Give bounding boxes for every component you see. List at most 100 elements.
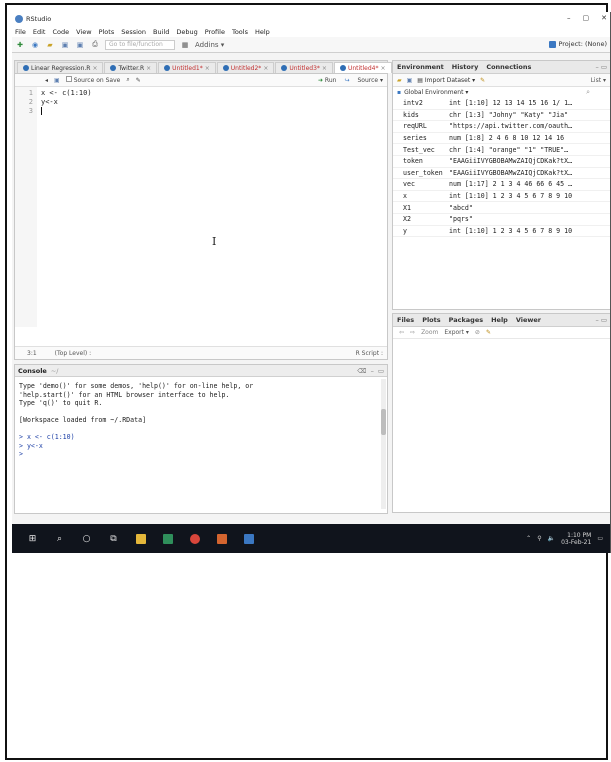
open-file-icon[interactable]: ▰	[45, 40, 55, 50]
search-icon[interactable]: ⌕	[586, 88, 590, 97]
run-button[interactable]: ➜ Run	[318, 77, 336, 84]
menu-debug[interactable]: Debug	[176, 28, 197, 36]
slides-icon[interactable]	[215, 532, 228, 545]
tab-history[interactable]: History	[452, 63, 479, 71]
save-all-icon[interactable]: ▣	[75, 40, 85, 50]
rerun-icon[interactable]: ↪	[344, 77, 349, 84]
global-environment-dropdown[interactable]: Global Environment ▾	[404, 89, 468, 96]
console-title[interactable]: Console	[18, 367, 47, 375]
search-icon[interactable]: ⌕	[53, 532, 66, 545]
table-row[interactable]: x int [1:10] 1 2 3 4 5 6 7 8 9 10	[393, 191, 610, 203]
tab-untitled3[interactable]: Untitled3* ×	[275, 62, 333, 73]
tab-environment[interactable]: Environment	[397, 63, 444, 71]
close-tab-icon[interactable]: ×	[205, 65, 210, 72]
clear-plots-icon[interactable]: ✎	[486, 329, 491, 336]
network-icon[interactable]: ⚲	[537, 535, 541, 542]
tab-connections[interactable]: Connections	[486, 63, 531, 71]
tab-twitter[interactable]: Twitter.R ×	[104, 62, 158, 73]
chrome-icon[interactable]	[188, 532, 201, 545]
menu-session[interactable]: Session	[121, 28, 146, 36]
table-row[interactable]: Test_vec chr [1:4] "orange" "1" "TRUE"…	[393, 144, 610, 156]
back-icon[interactable]: ◂	[45, 77, 48, 84]
close-tab-icon[interactable]: ×	[263, 65, 268, 72]
table-row[interactable]: user_token "EAAGiiIVYGBOBAMwZAIQjCDKak?tX…	[393, 168, 610, 180]
clear-workspace-icon[interactable]: ✎	[480, 77, 485, 84]
project-menu[interactable]: Project: (None)	[549, 40, 607, 48]
maximize-pane-icon[interactable]: ▭	[601, 316, 607, 324]
console-prompt[interactable]: >	[19, 450, 383, 459]
tab-files[interactable]: Files	[397, 316, 414, 324]
console-scrollbar[interactable]	[381, 379, 386, 509]
menu-build[interactable]: Build	[153, 28, 169, 36]
menu-edit[interactable]: Edit	[33, 28, 46, 36]
code-area[interactable]: 1 2 3 x <- c(1:10) y<-x I	[15, 87, 387, 327]
clock[interactable]: 1:10 PM 03-Feb-21	[561, 532, 591, 546]
close-tab-icon[interactable]: ×	[92, 65, 97, 72]
volume-icon[interactable]: 🔈	[548, 535, 555, 542]
task-view-icon[interactable]: ⧉	[107, 532, 120, 545]
app-icon[interactable]	[161, 532, 174, 545]
source-on-save-toggle[interactable]: Source on Save	[65, 76, 120, 84]
save-icon[interactable]: ▣	[60, 40, 70, 50]
new-project-icon[interactable]: ◉	[30, 40, 40, 50]
table-row[interactable]: vec num [1:17] 2 1 3 4 46 66 6 45 …	[393, 179, 610, 191]
scrollbar-thumb[interactable]	[381, 409, 386, 435]
file-explorer-icon[interactable]	[134, 532, 147, 545]
table-row[interactable]: series num [1:8] 2 4 6 8 10 12 14 16	[393, 133, 610, 145]
cortana-icon[interactable]: ○	[80, 532, 93, 545]
zoom-button[interactable]: Zoom	[421, 329, 438, 336]
windows-start-icon[interactable]: ⊞	[26, 532, 39, 545]
table-row[interactable]: token "EAAGiiIVYGBOBAMwZAIQjCDKak?tX…	[393, 156, 610, 168]
addins-menu[interactable]: Addins ▾	[195, 40, 224, 50]
tab-untitled1[interactable]: Untitled1* ×	[158, 62, 216, 73]
close-button[interactable]: ✕	[601, 14, 607, 22]
close-tab-icon[interactable]: ×	[381, 65, 386, 72]
print-icon[interactable]: ⎙	[90, 40, 100, 50]
minimize-pane-icon[interactable]: –	[596, 63, 599, 71]
list-view-button[interactable]: List ▾	[591, 77, 610, 84]
go-to-file-input[interactable]: Go to file/function	[105, 39, 175, 50]
load-workspace-icon[interactable]: ▰	[397, 77, 402, 84]
grid-icon[interactable]: ▦	[180, 40, 190, 50]
maximize-button[interactable]: ▢	[583, 14, 590, 22]
clear-console-icon[interactable]: ⌫	[357, 367, 366, 375]
menu-help[interactable]: Help	[255, 28, 270, 36]
tray-chevron-icon[interactable]: ⌃	[526, 535, 531, 542]
rstudio-taskbar-icon[interactable]	[242, 532, 255, 545]
tab-help[interactable]: Help	[491, 316, 508, 324]
save-workspace-icon[interactable]: ▣	[407, 77, 413, 84]
table-row[interactable]: y int [1:10] 1 2 3 4 5 6 7 8 9 10	[393, 226, 610, 238]
menu-file[interactable]: File	[15, 28, 26, 36]
remove-plot-icon[interactable]: ⊘	[475, 329, 480, 336]
import-dataset-button[interactable]: ▤ Import Dataset ▾	[417, 77, 475, 84]
code-tools-icon[interactable]: ✎	[136, 77, 141, 84]
menu-tools[interactable]: Tools	[232, 28, 248, 36]
notifications-icon[interactable]: ▭	[597, 535, 603, 542]
menu-view[interactable]: View	[76, 28, 91, 36]
prev-plot-icon[interactable]: ⇦	[399, 329, 404, 336]
tab-linear-regression[interactable]: Linear Regression.R ×	[17, 62, 104, 73]
tab-untitled4[interactable]: Untitled4* ×	[333, 62, 392, 73]
maximize-pane-icon[interactable]: ▭	[601, 63, 607, 71]
tab-plots[interactable]: Plots	[422, 316, 440, 324]
minimize-pane-icon[interactable]: –	[371, 367, 374, 375]
tab-viewer[interactable]: Viewer	[516, 316, 541, 324]
table-row[interactable]: X1 "abcd"	[393, 202, 610, 214]
table-row[interactable]: X2 "pqrs"	[393, 214, 610, 226]
minimize-button[interactable]: –	[567, 14, 571, 22]
menu-plots[interactable]: Plots	[99, 28, 115, 36]
file-type-indicator[interactable]: R Script :	[356, 350, 387, 357]
menu-profile[interactable]: Profile	[205, 28, 225, 36]
source-button[interactable]: Source ▾	[357, 77, 383, 84]
table-row[interactable]: intv2 int [1:10] 12 13 14 15 16 1/ 1…	[393, 98, 610, 110]
tab-packages[interactable]: Packages	[449, 316, 483, 324]
scope-indicator[interactable]: (Top Level) :	[55, 350, 91, 357]
find-icon[interactable]: ⌕	[126, 76, 129, 84]
table-row[interactable]: reqURL "https://api.twitter.com/oauth…	[393, 121, 610, 133]
maximize-pane-icon[interactable]: ▭	[378, 367, 384, 375]
next-plot-icon[interactable]: ⇨	[410, 329, 415, 336]
close-tab-icon[interactable]: ×	[146, 65, 151, 72]
menu-code[interactable]: Code	[52, 28, 69, 36]
save-doc-icon[interactable]: ▣	[54, 77, 60, 84]
minimize-pane-icon[interactable]: –	[596, 316, 599, 324]
